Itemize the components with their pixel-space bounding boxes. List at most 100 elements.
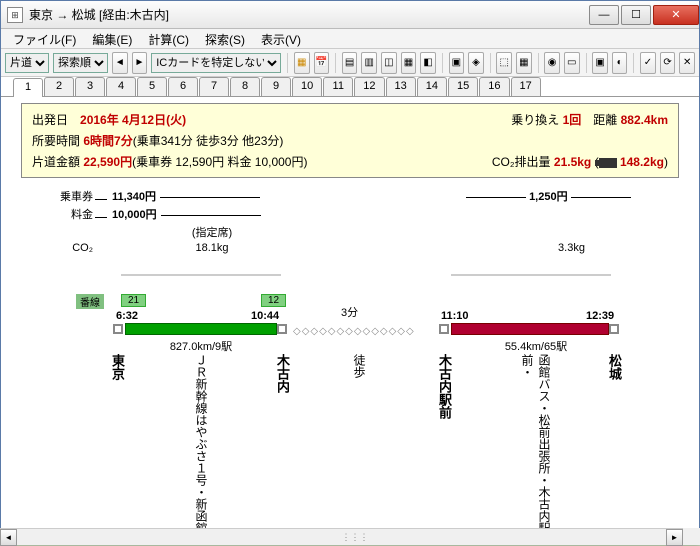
tab-8[interactable]: 8: [230, 77, 260, 96]
minimize-button[interactable]: —: [589, 5, 619, 25]
transfer-count: 1回: [563, 113, 582, 127]
station-box-1: [113, 324, 123, 334]
menu-file[interactable]: ファイル(F): [5, 29, 84, 48]
tab-15[interactable]: 15: [448, 77, 478, 96]
tab-17[interactable]: 17: [511, 77, 541, 96]
h-scrollbar[interactable]: ◄ ► ⋮⋮⋮: [0, 528, 683, 545]
tool-17-icon[interactable]: ⟳: [660, 52, 676, 74]
tab-11[interactable]: 11: [323, 77, 353, 96]
tab-4[interactable]: 4: [106, 77, 136, 96]
tool-7-icon[interactable]: ◧: [420, 52, 436, 74]
tool-11-icon[interactable]: ▦: [516, 52, 532, 74]
route-diagram: 番線 21 12 6:32 10:44 11:10 12:39 3分 ◇◇◇◇◇…: [21, 262, 679, 537]
tab-1[interactable]: 1: [13, 78, 43, 97]
calendar-icon[interactable]: 📅: [314, 52, 330, 74]
station-1: 東京: [108, 354, 127, 380]
time-dep1: 6:32: [116, 310, 138, 322]
maximize-button[interactable]: ☐: [621, 5, 651, 25]
line-1: ＪＲ新幹線はやぶさ１号・新函館北斗行: [193, 354, 210, 537]
menu-edit[interactable]: 編集(E): [84, 29, 140, 48]
resize-grip[interactable]: [683, 528, 700, 545]
tool-14-icon[interactable]: ▣: [592, 52, 608, 74]
line-2: 函館バス・松前出張所・木古内駅前・松前・: [519, 354, 553, 537]
tool-13-icon[interactable]: ▭: [564, 52, 580, 74]
menu-search[interactable]: 探索(S): [197, 29, 253, 48]
scroll-grip-icon[interactable]: ⋮⋮⋮: [342, 532, 369, 543]
tab-5[interactable]: 5: [137, 77, 167, 96]
dist-label: 距離: [593, 113, 617, 127]
time-arr2: 12:39: [586, 310, 614, 322]
time-detail: (乗車341分 徒歩3分 他23分): [133, 134, 284, 148]
sort-select[interactable]: 探索順: [53, 53, 108, 73]
tab-16[interactable]: 16: [479, 77, 509, 96]
summary-box: 出発日 2016年 4月12日(火) 乗り換え 1回 距離 882.4km 所要…: [21, 103, 679, 178]
tab-7[interactable]: 7: [199, 77, 229, 96]
result-tabs: 1 2 3 4 5 6 7 8 9 10 11 12 13 14 15 16 1…: [1, 77, 699, 97]
segment-1[interactable]: [125, 323, 277, 335]
time-label: 所要時間: [32, 134, 80, 148]
co2-label: CO₂排出量: [492, 155, 551, 169]
tool-16-icon[interactable]: ✓: [640, 52, 656, 74]
menu-calc[interactable]: 計算(C): [140, 29, 197, 48]
scroll-right-icon[interactable]: ►: [666, 529, 683, 546]
co2-hdr-label: CO₂: [23, 242, 93, 254]
tool-1-icon[interactable]: ▦: [294, 52, 310, 74]
tab-13[interactable]: 13: [386, 77, 416, 96]
fee-label: 料金: [23, 206, 93, 222]
tab-3[interactable]: 3: [75, 77, 105, 96]
tab-9[interactable]: 9: [261, 77, 291, 96]
station-3: 木古内駅前: [435, 354, 454, 419]
transfer-label: 乗り換え: [511, 113, 559, 127]
tool-18-icon[interactable]: ✕: [679, 52, 695, 74]
scroll-left-icon[interactable]: ◄: [0, 529, 17, 546]
app-icon: ⊞: [7, 7, 23, 23]
window-title: 東京 → 松城 [経由:木古内]: [29, 6, 587, 23]
tab-14[interactable]: 14: [417, 77, 447, 96]
tool-3-icon[interactable]: ▤: [342, 52, 358, 74]
tab-12[interactable]: 12: [354, 77, 384, 96]
menu-view[interactable]: 表示(V): [253, 29, 309, 48]
time-val: 6時間7分: [83, 134, 132, 148]
ticket-label: 乗車券: [23, 188, 93, 204]
co2-bar-1: [121, 274, 281, 276]
ic-card-select[interactable]: ICカードを特定しない: [151, 53, 281, 73]
close-button[interactable]: ✕: [653, 5, 699, 25]
tool-15-icon[interactable]: ◐: [612, 52, 628, 74]
tool-4-icon[interactable]: ▥: [361, 52, 377, 74]
platform-1: 21: [121, 294, 146, 307]
next-icon[interactable]: ►: [132, 52, 148, 74]
tool-5-icon[interactable]: ◫: [381, 52, 397, 74]
station-2: 木古内: [273, 354, 292, 393]
tool-10-icon[interactable]: ⬚: [496, 52, 512, 74]
dist-2: 55.4km/65駅: [476, 338, 596, 354]
segment-2[interactable]: [451, 323, 609, 335]
station-box-2: [277, 324, 287, 334]
dep-label: 出発日: [32, 113, 68, 127]
tab-2[interactable]: 2: [44, 77, 74, 96]
platform-2: 12: [261, 294, 286, 307]
distance: 882.4km: [621, 113, 668, 127]
co2-val: 21.5kg: [554, 155, 591, 169]
co2-truck: 148.2kg: [620, 155, 664, 169]
walk-label: 徒歩: [351, 354, 368, 378]
walk-segment: ◇◇◇◇◇◇◇◇◇◇◇◇◇◇: [293, 326, 438, 337]
trip-type-select[interactable]: 片道: [5, 53, 49, 73]
fee1: 10,000円: [112, 209, 157, 221]
station-box-4: [609, 324, 619, 334]
station-box-3: [439, 324, 449, 334]
co2-bar-2: [451, 274, 611, 276]
tool-9-icon[interactable]: ◈: [468, 52, 484, 74]
tool-6-icon[interactable]: ▦: [401, 52, 417, 74]
tool-12-icon[interactable]: ◉: [544, 52, 560, 74]
toolbar: 片道 探索順 ◄ ► ICカードを特定しない ▦ 📅 ▤ ▥ ◫ ▦ ◧ ▣ ◈…: [1, 49, 699, 77]
time-dep2: 11:10: [441, 310, 469, 322]
fare-detail: (乗車券 12,590円 料金 10,000円): [132, 155, 307, 169]
ticket1: 11,340円: [112, 191, 156, 203]
tool-8-icon[interactable]: ▣: [449, 52, 465, 74]
titlebar: ⊞ 東京 → 松城 [経由:木古内] — ☐ ✕: [1, 1, 699, 29]
prev-icon[interactable]: ◄: [112, 52, 128, 74]
co2-1: 18.1kg: [112, 242, 312, 254]
route-content: 出発日 2016年 4月12日(火) 乗り換え 1回 距離 882.4km 所要…: [1, 97, 699, 537]
tab-10[interactable]: 10: [292, 77, 322, 96]
tab-6[interactable]: 6: [168, 77, 198, 96]
